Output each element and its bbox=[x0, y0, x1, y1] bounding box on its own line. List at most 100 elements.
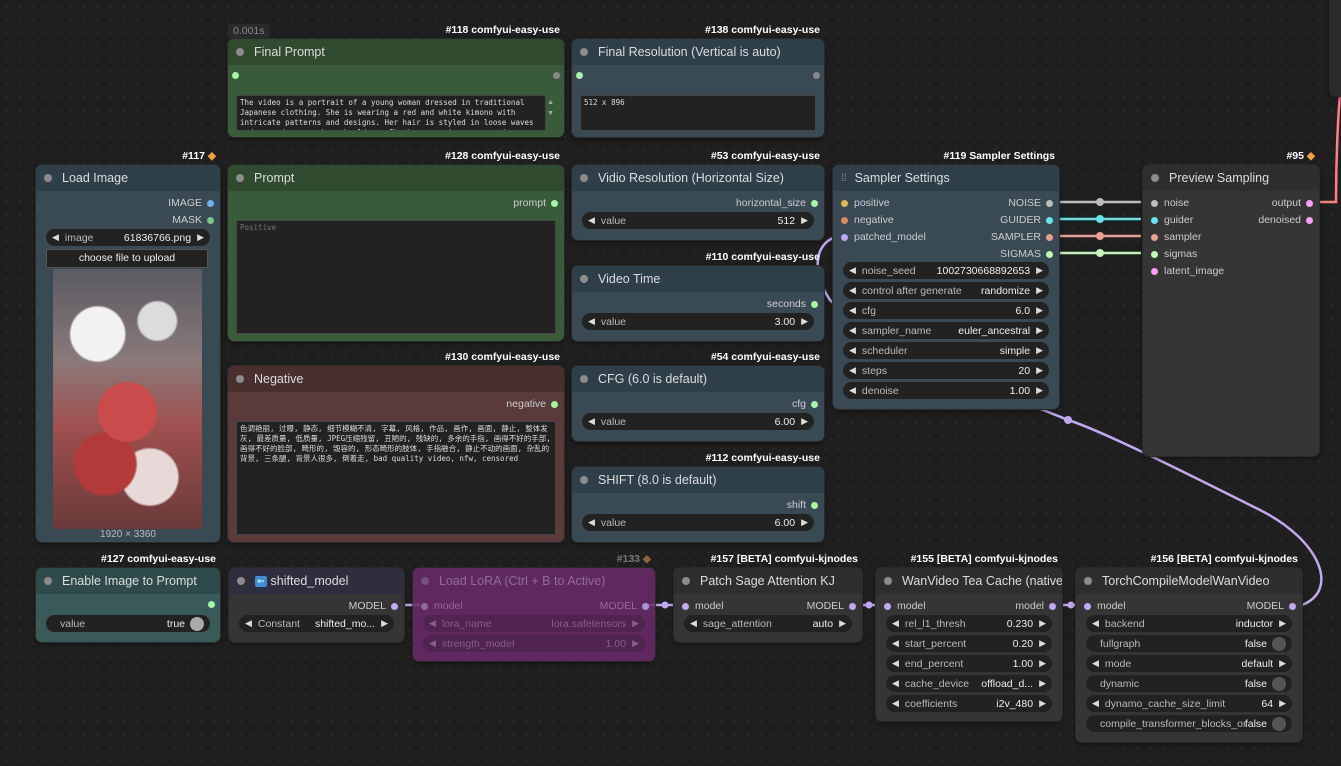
compile-transformer-blocks-only-toggle[interactable]: compile_transformer_blocks_only false bbox=[1086, 715, 1292, 732]
image-combo[interactable]: ◀ image 61836766.png ▶ bbox=[46, 229, 210, 246]
output-mask[interactable]: MASK bbox=[172, 214, 214, 226]
value-widget[interactable]: ◀ value 512 ▶ bbox=[582, 212, 814, 229]
video-resolution-node[interactable]: #53 comfyui-easy-use Vidio Resolution (H… bbox=[572, 150, 824, 240]
start-percent-widget[interactable]: ◀ start_percent 0.20 ▶ bbox=[886, 635, 1052, 652]
output-port[interactable] bbox=[553, 72, 560, 79]
final-prompt-node[interactable]: 0.001s #118 comfyui-easy-use Final Promp… bbox=[228, 24, 564, 137]
steps-widget[interactable]: ◀ steps 20 ▶ bbox=[843, 362, 1049, 379]
node-header[interactable]: Load Image bbox=[36, 165, 220, 191]
noise-seed-widget[interactable]: ◀ noise_seed 1002730668892653 ▶ bbox=[843, 262, 1049, 279]
scheduler-widget[interactable]: ◀ scheduler simple ▶ bbox=[843, 342, 1049, 359]
node-header[interactable]: CFG (6.0 is default) bbox=[572, 366, 824, 392]
coefficients-combo[interactable]: ◀ coefficients i2v_480 ▶ bbox=[886, 695, 1052, 712]
input-patched-model[interactable]: patched_model bbox=[841, 231, 926, 243]
output-denoised[interactable]: denoised bbox=[1258, 214, 1313, 226]
cfg-widget[interactable]: ◀ cfg 6.0 ▶ bbox=[843, 302, 1049, 319]
output-output[interactable]: output bbox=[1272, 197, 1313, 209]
value-widget[interactable]: ◀ value 3.00 ▶ bbox=[582, 313, 814, 330]
output-guider[interactable]: GUIDER bbox=[1000, 214, 1053, 226]
output-model[interactable]: MODEL bbox=[807, 600, 856, 612]
output-noise[interactable]: NOISE bbox=[1008, 197, 1053, 209]
node-header[interactable]: Video Time bbox=[572, 266, 824, 292]
input-noise[interactable]: noise bbox=[1151, 197, 1189, 209]
input-model[interactable]: model bbox=[1084, 600, 1126, 612]
value-widget[interactable]: ◀ value 6.00 ▶ bbox=[582, 514, 814, 531]
negative-node[interactable]: #130 comfyui-easy-use Negative negative … bbox=[228, 351, 564, 542]
output-sampler[interactable]: SAMPLER bbox=[991, 231, 1053, 243]
input-negative[interactable]: negative bbox=[841, 214, 894, 226]
shift-node[interactable]: #112 comfyui-easy-use SHIFT (8.0 is defa… bbox=[572, 452, 824, 542]
output-shift[interactable]: shift bbox=[787, 499, 818, 511]
backend-combo[interactable]: ◀ backend inductor ▶ bbox=[1086, 615, 1292, 632]
load-image-node[interactable]: #117 ◆ Load Image IMAGE MASK ◀ image 61836… bbox=[36, 150, 220, 542]
dynamo-cache-size-limit-widget[interactable]: ◀ dynamo_cache_size_limit 64 ▶ bbox=[1086, 695, 1292, 712]
input-sampler[interactable]: sampler bbox=[1151, 231, 1201, 243]
node-header[interactable]: Load LoRA (Ctrl + B to Active) bbox=[413, 568, 655, 594]
output-port[interactable] bbox=[813, 72, 820, 79]
input-model[interactable]: model bbox=[421, 600, 463, 612]
rel-l1-thresh-widget[interactable]: ◀ rel_l1_thresh 0.230 ▶ bbox=[886, 615, 1052, 632]
torch-compile-node[interactable]: #156 [BETA] comfyui-kjnodes TorchCompile… bbox=[1076, 553, 1302, 742]
sampler-name-widget[interactable]: ◀ sampler_name euler_ancestral ▶ bbox=[843, 322, 1049, 339]
choose-file-button[interactable]: choose file to upload bbox=[46, 249, 208, 268]
node-header[interactable]: Enable Image to Prompt bbox=[36, 568, 220, 594]
input-model[interactable]: model bbox=[682, 600, 724, 612]
node-header[interactable]: Negative bbox=[228, 366, 564, 392]
output-sigmas[interactable]: SIGMAS bbox=[1000, 248, 1053, 260]
prompt-textarea[interactable]: Positive bbox=[236, 220, 556, 334]
prompt-node[interactable]: #128 comfyui-easy-use Prompt prompt Posi… bbox=[228, 150, 564, 341]
output-port[interactable] bbox=[208, 601, 215, 608]
denoise-widget[interactable]: ◀ denoise 1.00 ▶ bbox=[843, 382, 1049, 399]
input-sigmas[interactable]: sigmas bbox=[1151, 248, 1197, 260]
shifted-model-node[interactable]: ⇐ shifted_model MODEL ◀ Constant shifted_mo… bbox=[229, 568, 404, 642]
output-horizontal-size[interactable]: horizontal_size bbox=[736, 197, 818, 209]
negative-textarea[interactable]: 色调艳丽, 过曝, 静态, 细节模糊不清, 字幕, 风格, 作品, 画作, 画面… bbox=[236, 421, 556, 535]
node-header[interactable]: SHIFT (8.0 is default) bbox=[572, 467, 824, 493]
load-lora-node[interactable]: #133 ◆ Load LoRA (Ctrl + B to Active) mo… bbox=[413, 553, 655, 661]
input-model[interactable]: model bbox=[884, 600, 926, 612]
final-resolution-textarea[interactable]: 512 x 896 bbox=[580, 95, 816, 131]
lora-name-combo[interactable]: ◀ lora_name lora.safetensors ▶ bbox=[423, 615, 645, 632]
output-negative[interactable]: negative bbox=[506, 398, 558, 410]
sage-attention-combo[interactable]: ◀ sage_attention auto ▶ bbox=[684, 615, 852, 632]
control-after-generate-widget[interactable]: ◀ control after generate randomize ▶ bbox=[843, 282, 1049, 299]
cache-device-combo[interactable]: ◀ cache_device offload_d... ▶ bbox=[886, 675, 1052, 692]
output-seconds[interactable]: seconds bbox=[767, 298, 818, 310]
final-prompt-textarea[interactable]: The video is a portrait of a young woman… bbox=[236, 95, 546, 131]
final-resolution-node[interactable]: #138 comfyui-easy-use Final Resolution (… bbox=[572, 24, 824, 137]
teacache-node[interactable]: #155 [BETA] comfyui-kjnodes WanVideo Tea… bbox=[876, 553, 1062, 721]
node-header[interactable]: Final Resolution (Vertical is auto) bbox=[572, 39, 824, 65]
input-positive[interactable]: positive bbox=[841, 197, 890, 209]
value-toggle[interactable]: value true bbox=[46, 615, 210, 632]
node-header[interactable]: Preview Sampling bbox=[1143, 165, 1319, 191]
node-header[interactable]: Final Prompt bbox=[228, 39, 564, 65]
input-port[interactable] bbox=[232, 72, 239, 79]
output-model[interactable]: MODEL bbox=[349, 600, 398, 612]
scroll-arrows-icon[interactable]: ▲ ▼ bbox=[547, 97, 554, 119]
patch-sage-attention-node[interactable]: #157 [BETA] comfyui-kjnodes Patch Sage A… bbox=[674, 553, 862, 642]
sampler-settings-node[interactable]: #119 Sampler Settings ⁞⁞ Sampler Settings… bbox=[833, 150, 1059, 409]
node-header[interactable]: Patch Sage Attention KJ bbox=[674, 568, 862, 594]
output-model[interactable]: MODEL bbox=[1247, 600, 1296, 612]
input-latent-image[interactable]: latent_image bbox=[1151, 265, 1224, 277]
node-header[interactable]: ⇐ shifted_model bbox=[229, 568, 404, 594]
value-widget[interactable]: ◀ value 6.00 ▶ bbox=[582, 413, 814, 430]
output-cfg[interactable]: cfg bbox=[792, 398, 818, 410]
enable-image-node[interactable]: #127 comfyui-easy-use Enable Image to Pr… bbox=[36, 553, 220, 642]
dynamic-toggle[interactable]: dynamic false bbox=[1086, 675, 1292, 692]
output-model[interactable]: model bbox=[1015, 600, 1056, 612]
input-port[interactable] bbox=[576, 72, 583, 79]
video-time-node[interactable]: #110 comfyui-easy-use Video Time seconds… bbox=[572, 251, 824, 341]
preview-sampling-node[interactable]: #95 ◆ Preview Sampling noise guider samp… bbox=[1143, 150, 1319, 456]
node-header[interactable]: TorchCompileModelWanVideo bbox=[1076, 568, 1302, 594]
node-header[interactable]: Prompt bbox=[228, 165, 564, 191]
input-guider[interactable]: guider bbox=[1151, 214, 1193, 226]
node-header[interactable]: Vidio Resolution (Horizontal Size) bbox=[572, 165, 824, 191]
output-image[interactable]: IMAGE bbox=[168, 197, 214, 209]
mode-combo[interactable]: ◀ mode default ▶ bbox=[1086, 655, 1292, 672]
strength-model-widget[interactable]: ◀ strength_model 1.00 ▶ bbox=[423, 635, 645, 652]
node-header[interactable]: ⁞⁞ Sampler Settings bbox=[833, 165, 1059, 191]
cfg-node[interactable]: #54 comfyui-easy-use CFG (6.0 is default… bbox=[572, 351, 824, 441]
output-model[interactable]: MODEL bbox=[600, 600, 649, 612]
output-prompt[interactable]: prompt bbox=[513, 197, 558, 209]
